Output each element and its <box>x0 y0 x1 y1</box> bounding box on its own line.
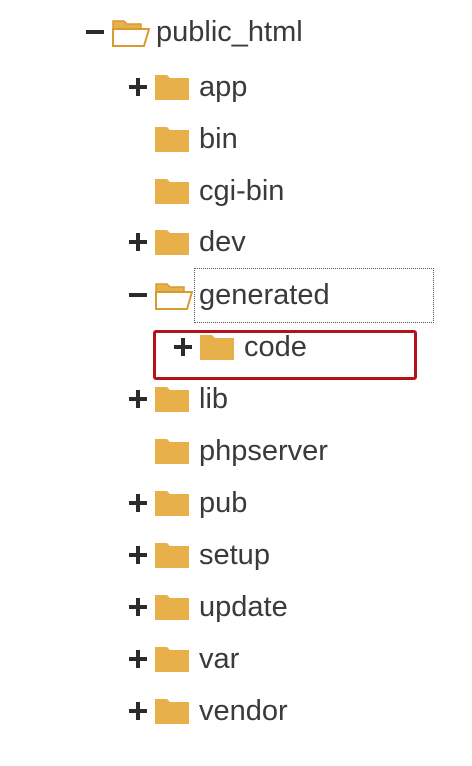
tree-item-label: bin <box>199 123 238 155</box>
plus-icon[interactable] <box>127 492 149 514</box>
tree-item-lib[interactable]: lib <box>127 377 228 421</box>
tree-item-code[interactable]: code <box>172 325 307 369</box>
tree-item-label: dev <box>199 226 246 258</box>
tree-item-label: var <box>199 643 240 675</box>
folder-icon <box>200 333 234 361</box>
folder-icon <box>155 645 189 673</box>
folder-icon <box>155 437 189 465</box>
folder-icon <box>155 697 189 725</box>
tree-item-phpserver[interactable]: phpserver <box>127 429 328 473</box>
folder-icon <box>155 228 189 256</box>
tree-item-update[interactable]: update <box>127 585 288 629</box>
tree-item-public-html[interactable]: public_html <box>84 10 303 54</box>
tree-item-label: vendor <box>199 695 288 727</box>
plus-icon[interactable] <box>127 544 149 566</box>
tree-item-label: public_html <box>156 16 303 48</box>
tree-item-app[interactable]: app <box>127 65 247 109</box>
folder-open-icon <box>112 18 150 47</box>
tree-item-label: lib <box>199 383 229 415</box>
plus-icon[interactable] <box>127 231 149 253</box>
plus-icon[interactable] <box>127 700 149 722</box>
tree-item-label: setup <box>199 539 270 571</box>
folder-icon <box>155 177 189 205</box>
plus-icon[interactable] <box>127 76 149 98</box>
file-tree: public_html app bin cgi-bin dev generate… <box>0 0 472 766</box>
minus-icon[interactable] <box>84 21 106 43</box>
folder-icon <box>155 541 189 569</box>
tree-item-label: update <box>199 591 288 623</box>
plus-icon[interactable] <box>127 648 149 670</box>
tree-item-bin[interactable]: bin <box>127 117 238 161</box>
folder-icon <box>155 385 189 413</box>
folder-icon <box>155 125 189 153</box>
tree-item-label: cgi-bin <box>199 175 285 207</box>
folder-icon <box>155 593 189 621</box>
tree-item-var[interactable]: var <box>127 637 239 681</box>
tree-item-label: generated <box>199 279 330 311</box>
tree-item-pub[interactable]: pub <box>127 481 247 525</box>
tree-item-vendor[interactable]: vendor <box>127 689 288 733</box>
tree-item-label: phpserver <box>199 435 328 467</box>
folder-open-icon <box>155 281 193 310</box>
folder-icon <box>155 489 189 517</box>
plus-icon[interactable] <box>127 388 149 410</box>
tree-item-label: code <box>244 331 307 363</box>
tree-item-generated[interactable]: generated <box>127 273 330 317</box>
tree-item-label: pub <box>199 487 248 519</box>
plus-icon[interactable] <box>172 336 194 358</box>
tree-item-label: app <box>199 71 248 103</box>
tree-item-cgi-bin[interactable]: cgi-bin <box>127 169 284 213</box>
minus-icon[interactable] <box>127 284 149 306</box>
tree-item-dev[interactable]: dev <box>127 220 246 264</box>
tree-item-setup[interactable]: setup <box>127 533 270 577</box>
plus-icon[interactable] <box>127 596 149 618</box>
folder-icon <box>155 73 189 101</box>
